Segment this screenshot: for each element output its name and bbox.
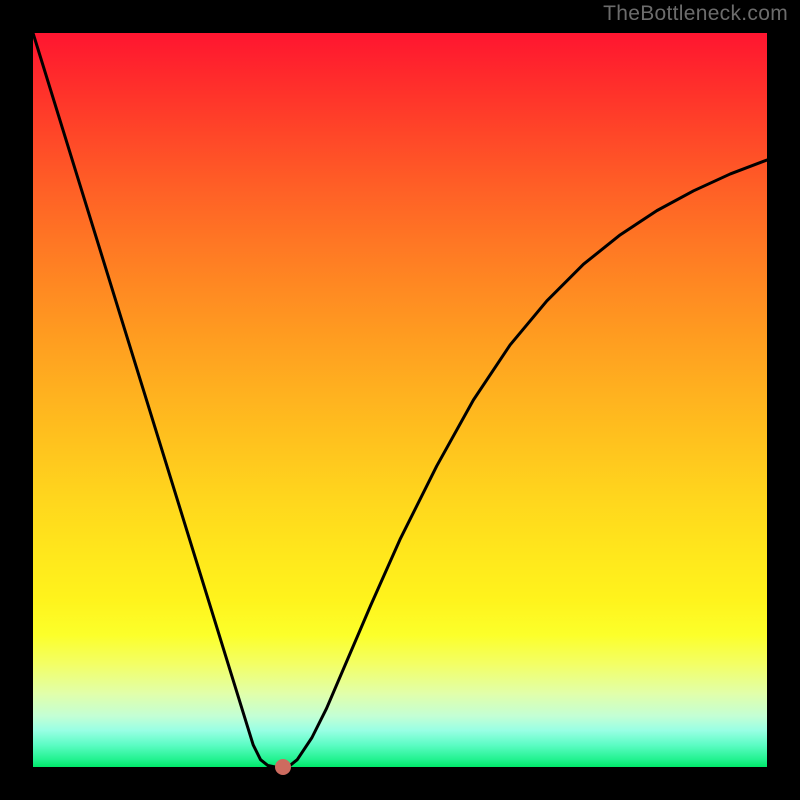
- plot-area: [33, 33, 767, 767]
- bottleneck-curve: [33, 33, 767, 767]
- chart-container: TheBottleneck.com: [0, 0, 800, 800]
- optimal-point-marker: [275, 759, 291, 775]
- attribution-label: TheBottleneck.com: [603, 2, 788, 26]
- curve-svg: [33, 33, 767, 767]
